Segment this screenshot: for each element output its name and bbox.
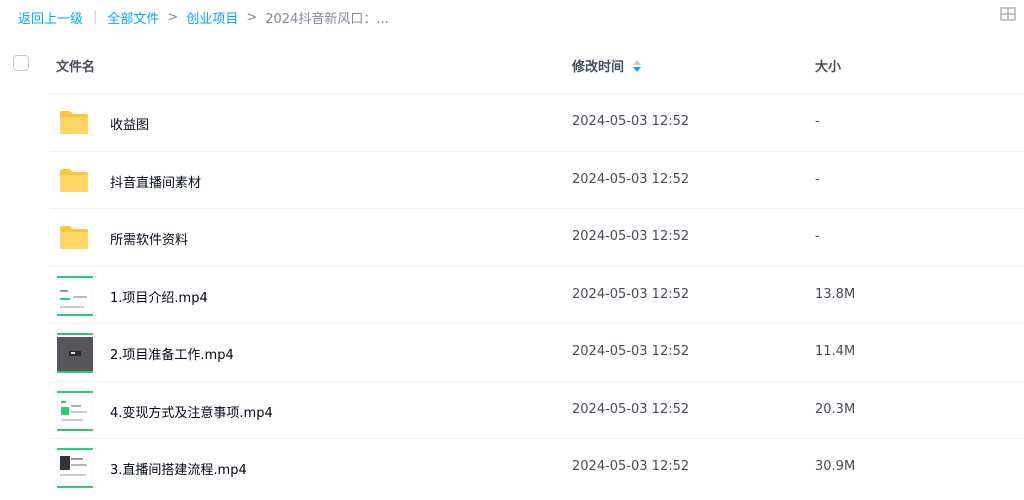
- select-all-checkbox[interactable]: [13, 55, 29, 71]
- video-thumbnail-icon: [57, 333, 93, 373]
- file-size: 13.8M: [815, 286, 856, 302]
- chevron-right-icon: >: [246, 9, 258, 25]
- file-modified-time: 2024-05-03 12:52: [572, 114, 690, 129]
- file-name[interactable]: 收益图: [110, 114, 149, 133]
- column-size-header: 大小: [815, 60, 842, 75]
- file-size: -: [815, 171, 820, 187]
- file-row[interactable]: 收益图 2024-05-03 12:52 -: [50, 93, 1024, 151]
- breadcrumb-all-files[interactable]: 全部文件: [107, 8, 159, 27]
- file-row[interactable]: 4.变现方式及注意事项.mp4 2024-05-03 12:52 20.3M: [50, 380, 1024, 439]
- file-name[interactable]: 2.项目准备工作.mp4: [110, 344, 234, 363]
- file-row[interactable]: 2.项目准备工作.mp4 2024-05-03 12:52 11.4M: [50, 323, 1024, 381]
- file-name[interactable]: 抖音直播间素材: [110, 172, 201, 191]
- column-time-header[interactable]: 修改时间: [572, 56, 642, 75]
- folder-icon: [60, 111, 88, 134]
- file-list-header: 文件名 修改时间 大小: [0, 46, 1024, 82]
- file-list: 收益图 2024-05-03 12:52 - 抖音直播间素材 2024-05-03 12…: [50, 93, 1024, 496]
- breadcrumb-parent[interactable]: 创业项目: [186, 8, 238, 27]
- file-row[interactable]: 所需软件资料 2024-05-03 12:52 -: [50, 208, 1024, 266]
- file-modified-time: 2024-05-03 12:52: [572, 286, 690, 302]
- sort-icon[interactable]: [632, 59, 642, 73]
- breadcrumb-divider: |: [93, 9, 98, 25]
- column-time-label: 修改时间: [572, 60, 625, 75]
- back-link[interactable]: 返回上一级: [18, 8, 83, 27]
- file-size: 30.9M: [815, 459, 856, 474]
- file-modified-time: 2024-05-03 12:52: [572, 229, 690, 244]
- breadcrumb: 返回上一级 | 全部文件 > 创业项目 > 2024抖音新风口：...: [18, 6, 389, 28]
- file-modified-time: 2024-05-03 12:52: [572, 171, 690, 187]
- file-size: -: [815, 114, 820, 129]
- file-size: 20.3M: [815, 401, 856, 417]
- breadcrumb-current: 2024抖音新风口：...: [265, 11, 389, 27]
- file-modified-time: 2024-05-03 12:52: [572, 459, 690, 474]
- file-row[interactable]: 抖音直播间素材 2024-05-03 12:52 -: [50, 150, 1024, 209]
- video-thumbnail-icon: [57, 275, 93, 316]
- file-name[interactable]: 3.直播间搭建流程.mp4: [110, 459, 247, 478]
- video-thumbnail-icon: [57, 390, 93, 431]
- video-thumbnail-icon: [57, 448, 93, 488]
- file-size: 11.4M: [815, 344, 856, 359]
- column-name-header: 文件名: [56, 60, 96, 75]
- folder-icon: [60, 226, 88, 249]
- file-name[interactable]: 4.变现方式及注意事项.mp4: [110, 402, 273, 421]
- file-modified-time: 2024-05-03 12:52: [572, 401, 690, 417]
- grid-view-icon[interactable]: [1000, 7, 1016, 21]
- file-row[interactable]: 3.直播间搭建流程.mp4 2024-05-03 12:52 30.9M: [50, 438, 1024, 496]
- file-name[interactable]: 1.项目介绍.mp4: [110, 287, 208, 306]
- file-row[interactable]: 1.项目介绍.mp4 2024-05-03 12:52 13.8M: [50, 265, 1024, 324]
- file-name[interactable]: 所需软件资料: [110, 229, 188, 248]
- folder-icon: [60, 168, 88, 192]
- chevron-right-icon: >: [167, 9, 179, 25]
- file-size: -: [815, 229, 820, 244]
- file-modified-time: 2024-05-03 12:52: [572, 344, 690, 359]
